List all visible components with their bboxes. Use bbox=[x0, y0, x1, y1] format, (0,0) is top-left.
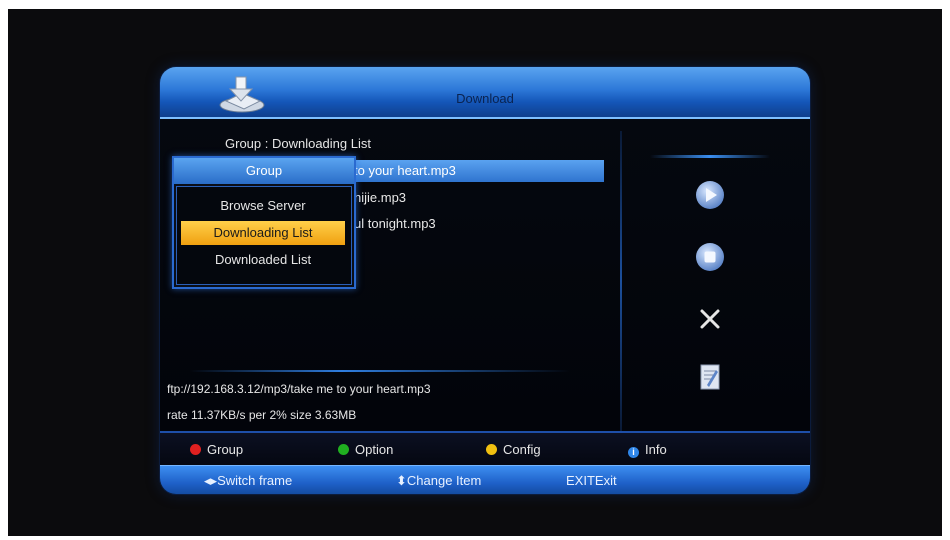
stop-icon[interactable] bbox=[693, 240, 727, 274]
file-item[interactable]: ul tonight.mp3 bbox=[350, 213, 604, 235]
color-key-bar: Group Option Config i Info bbox=[160, 431, 810, 467]
group-option-downloading-list[interactable]: Downloading List bbox=[181, 221, 345, 245]
file-item[interactable]: hijie.mp3 bbox=[350, 187, 604, 209]
left-right-arrows-icon: ◂▸ bbox=[204, 473, 218, 488]
up-down-arrows-icon: ⬍ bbox=[396, 473, 407, 488]
exit-hint[interactable]: EXITExit bbox=[566, 473, 617, 488]
red-key-icon bbox=[190, 444, 201, 455]
play-icon[interactable] bbox=[693, 178, 727, 212]
info-icon: i bbox=[628, 447, 639, 458]
page-title: Download bbox=[456, 91, 514, 106]
yellow-key-icon bbox=[486, 444, 497, 455]
switch-frame-hint: ◂▸Switch frame bbox=[204, 473, 293, 488]
header-bar: Download bbox=[160, 67, 810, 119]
navigation-bar: ◂▸Switch frame ⬍Change Item EXITExit bbox=[160, 465, 810, 494]
help-group[interactable]: Group bbox=[190, 442, 243, 457]
group-list: Browse Server Downloading List Downloade… bbox=[176, 186, 352, 285]
download-url: ftp://192.168.3.12/mp3/take me to your h… bbox=[167, 382, 431, 396]
exit-label: Exit bbox=[594, 473, 617, 488]
file-item[interactable]: to your heart.mp3 bbox=[350, 160, 604, 182]
divider bbox=[620, 131, 622, 431]
close-icon[interactable] bbox=[693, 302, 727, 336]
divider bbox=[650, 155, 770, 158]
green-key-icon bbox=[338, 444, 349, 455]
change-item-hint: ⬍Change Item bbox=[396, 473, 482, 488]
help-label: Info bbox=[645, 442, 667, 457]
exit-key: EXIT bbox=[566, 473, 595, 488]
help-label: Group bbox=[207, 442, 244, 457]
group-popup: Group Browse Server Downloading List Dow… bbox=[172, 156, 356, 289]
help-label: Config bbox=[503, 442, 541, 457]
help-info[interactable]: i Info bbox=[628, 442, 667, 458]
group-heading: Group : Downloading List bbox=[225, 136, 371, 151]
edit-icon[interactable] bbox=[693, 360, 727, 394]
download-stats: rate 11.37KB/s per 2% size 3.63MB bbox=[167, 408, 357, 422]
help-config[interactable]: Config bbox=[486, 442, 541, 457]
popup-title: Group bbox=[174, 158, 354, 184]
group-option-browse-server[interactable]: Browse Server bbox=[181, 194, 345, 218]
help-option[interactable]: Option bbox=[338, 442, 393, 457]
help-label: Option bbox=[355, 442, 394, 457]
group-option-downloaded-list[interactable]: Downloaded List bbox=[181, 248, 345, 272]
divider bbox=[190, 370, 570, 372]
download-logo-icon bbox=[219, 76, 265, 113]
